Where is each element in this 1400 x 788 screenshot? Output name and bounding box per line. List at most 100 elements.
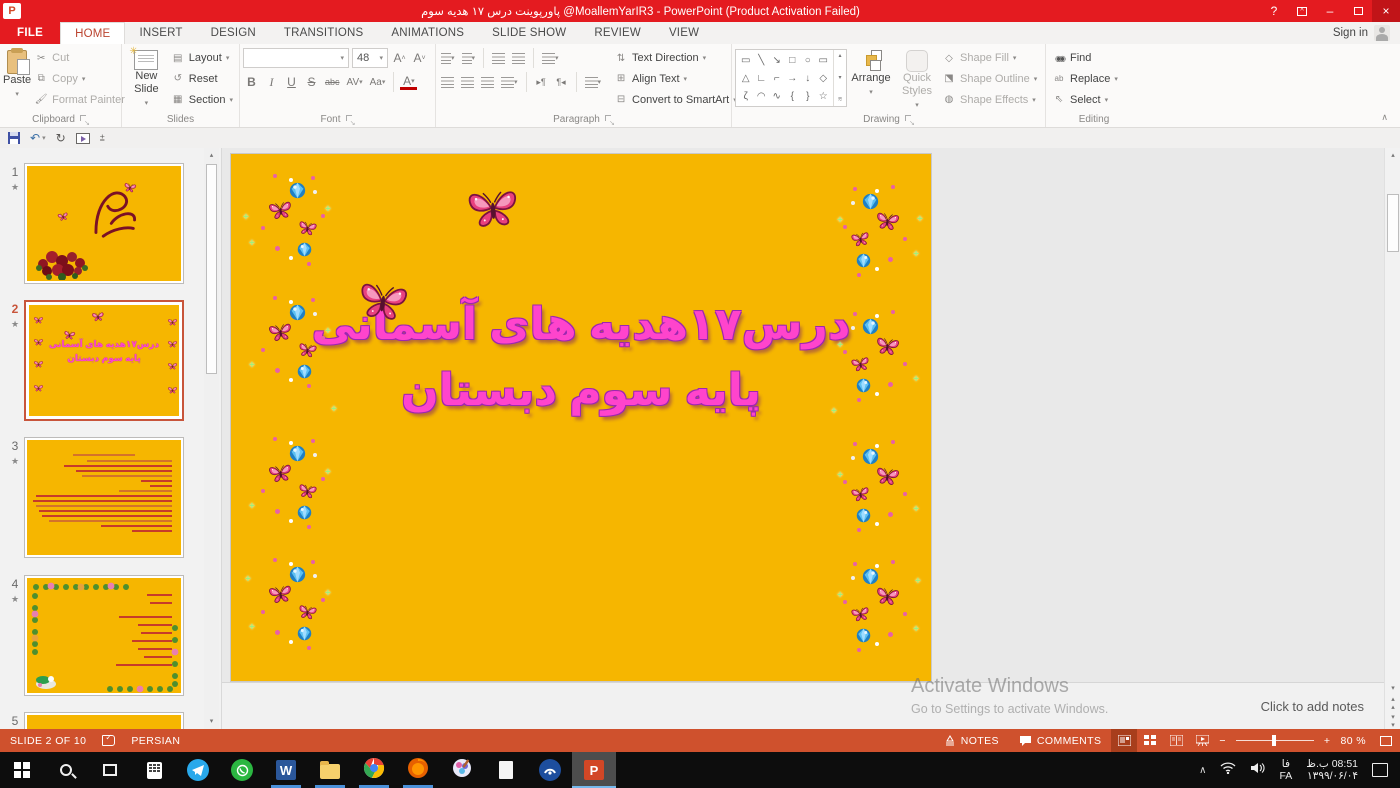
reading-view-button[interactable] [1163,729,1189,752]
fit-slide-to-window-button[interactable] [1380,736,1392,746]
numbering-button[interactable]: ▾ [460,49,478,68]
action-center-button[interactable] [1372,763,1388,777]
notes-placeholder[interactable]: Click to add notes [1261,699,1364,714]
zoom-out-button[interactable]: − [1215,729,1230,752]
align-right-button[interactable] [479,73,496,92]
tab-transitions[interactable]: TRANSITIONS [270,22,378,44]
bullets-button[interactable]: ▾ [439,49,457,68]
slide-canvas[interactable]: درس۱۷هدیه های آسمانی پایه سوم دبستان [231,154,931,681]
thumb-scroll-up[interactable]: ▴ [204,148,219,163]
scroll-up-button[interactable]: ▴ [1385,148,1400,163]
reset-button[interactable]: ↺Reset [168,69,236,88]
shape-gallery-item[interactable]: □ [789,55,795,66]
shape-gallery-item[interactable]: ◠ [757,91,766,102]
next-slide-button[interactable]: ▾▾ [1385,714,1400,729]
app-grid-button[interactable] [132,752,176,788]
word-button[interactable]: W [264,752,308,788]
whatsapp-button[interactable] [220,752,264,788]
redo-button[interactable]: ↻ [56,131,66,145]
shape-gallery-item[interactable]: ∟ [756,73,766,84]
telegram-button[interactable] [176,752,220,788]
thumb-scroll-thumb[interactable] [206,164,217,374]
undo-button[interactable]: ↶▾ [30,131,46,145]
shapes-gallery[interactable]: ▭╲↘□○▭△∟⌐→↓◇ζ◠∿{}☆ ▴▾⩳ [735,49,847,107]
taskbar-clock[interactable]: 08:51 ب.ظ۱۳۹۹/۰۶/۰۴ [1306,758,1358,782]
layout-button[interactable]: ▤Layout▾ [168,49,236,68]
shrink-font-button[interactable]: A˅ [411,49,428,68]
notepad-button[interactable] [484,752,528,788]
volume-icon[interactable] [1250,761,1265,779]
tab-animations[interactable]: ANIMATIONS [377,22,478,44]
zoom-in-button[interactable]: + [1320,729,1335,752]
zoom-slider[interactable] [1236,740,1314,741]
underline-button[interactable]: U [283,73,300,92]
file-explorer-button[interactable] [308,752,352,788]
font-color-button[interactable]: A▾ [400,74,417,90]
firefox-button[interactable] [396,752,440,788]
character-spacing-button[interactable]: AV▾ [345,73,365,92]
copy-button[interactable]: ⧉Copy▾ [31,69,128,88]
zoom-level[interactable]: 80 % [1334,729,1372,752]
grow-font-button[interactable]: A˄ [391,49,408,68]
collapse-ribbon-button[interactable]: ∧ [1381,112,1388,123]
drawing-dialog-launcher[interactable] [905,115,914,124]
select-button[interactable]: ⇖Select▾ [1049,90,1121,109]
shape-gallery-item[interactable]: ○ [805,55,811,66]
tab-design[interactable]: DESIGN [197,22,270,44]
center-button[interactable] [459,73,476,92]
slide-sorter-view-button[interactable] [1137,729,1163,752]
slide-thumbnail-5[interactable] [24,712,184,729]
shape-gallery-item[interactable]: ∿ [773,91,781,102]
customize-qat-button[interactable]: ⩲ [100,133,105,144]
slide-thumbnail-4[interactable] [24,575,184,696]
shape-gallery-item[interactable]: ◇ [819,73,827,84]
shape-gallery-item[interactable]: ↓ [805,73,810,84]
font-name-combo[interactable]: ▾ [243,48,349,68]
powerpoint-taskbar-button[interactable]: P [572,752,616,788]
quick-styles-button[interactable]: Quick Styles▾ [895,46,939,112]
language-switcher[interactable]: فاFA [1279,758,1292,782]
font-dialog-launcher[interactable] [346,115,355,124]
shape-gallery-item[interactable]: ╲ [758,55,764,66]
wifi-icon[interactable] [1220,761,1236,779]
section-button[interactable]: ▦Section▾ [168,90,236,109]
scroll-down-button[interactable]: ▾ [1385,681,1400,696]
increase-indent-button[interactable] [510,49,527,68]
tab-file[interactable]: FILE [0,22,60,44]
line-spacing-button[interactable]: ▾ [540,49,561,68]
zoom-slider-thumb[interactable] [1272,735,1276,746]
task-view-button[interactable] [88,752,132,788]
rtl-direction-button[interactable]: ¶◂ [553,73,570,92]
clipboard-dialog-launcher[interactable] [80,115,89,124]
align-text-button[interactable]: ⊞Align Text▾ [611,69,740,88]
previous-slide-button[interactable]: ▴▴ [1385,696,1400,711]
shapes-gallery-scroll[interactable]: ▴▾⩳ [833,50,846,106]
start-from-beginning-button[interactable] [76,133,90,144]
justify-button[interactable]: ▾ [499,73,520,92]
shape-outline-button[interactable]: ⬔Shape Outline▾ [939,69,1040,88]
shape-gallery-item[interactable]: ▭ [819,55,828,66]
tab-review[interactable]: REVIEW [580,22,655,44]
tab-insert[interactable]: INSERT [125,22,196,44]
shape-effects-button[interactable]: ◍Shape Effects▾ [939,90,1040,109]
notes-toggle[interactable]: NOTES [934,729,1009,752]
taskbar-search-button[interactable] [44,752,88,788]
tab-view[interactable]: VIEW [655,22,713,44]
ltr-direction-button[interactable]: ▸¶ [533,73,550,92]
ribbon-display-options-button[interactable]: ^ [1288,0,1316,22]
help-button[interactable]: ? [1260,0,1288,22]
replace-button[interactable]: abReplace▾ [1049,69,1121,88]
close-button[interactable]: × [1372,0,1400,22]
spellcheck-icon[interactable] [102,735,115,746]
shape-fill-button[interactable]: ◇Shape Fill▾ [939,49,1040,68]
shape-gallery-item[interactable]: ⌐ [774,73,780,84]
vertical-scrollbar[interactable]: ▴ ▾ ▴▴ ▾▾ [1384,148,1400,729]
shadow-button[interactable]: S [303,73,320,92]
thumb-scroll-down[interactable]: ▾ [204,714,219,729]
shape-gallery-item[interactable]: △ [742,73,750,84]
shape-gallery-item[interactable]: → [787,73,797,84]
tab-slide-show[interactable]: SLIDE SHOW [478,22,580,44]
minimize-button[interactable]: – [1316,0,1344,22]
language-indicator[interactable]: PERSIAN [131,735,180,747]
paragraph-dialog-launcher[interactable] [605,115,614,124]
